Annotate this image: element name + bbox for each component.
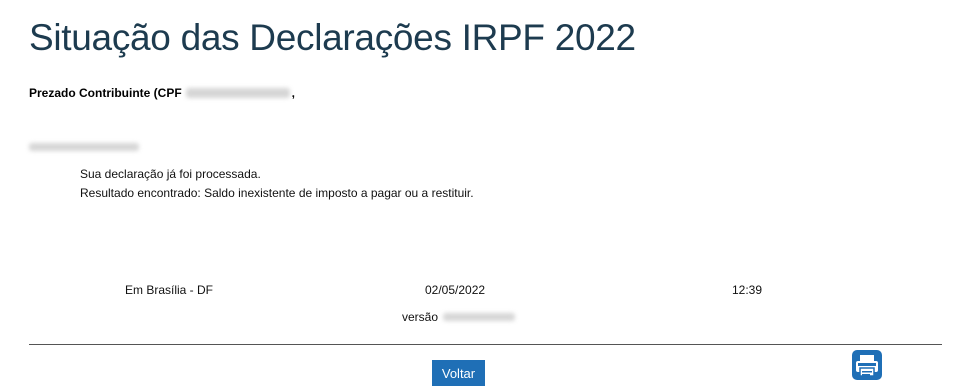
message-line-processed: Sua declaração já foi processada. bbox=[80, 167, 261, 181]
print-button[interactable] bbox=[852, 350, 882, 380]
page-title: Situação das Declarações IRPF 2022 bbox=[29, 17, 636, 58]
footer-place: Em Brasília - DF bbox=[125, 283, 214, 297]
redacted-cpf bbox=[185, 88, 290, 98]
greeting-suffix: , bbox=[291, 86, 296, 100]
message-line-result: Resultado encontrado: Saldo inexistente … bbox=[80, 186, 474, 200]
greeting-prefix: Prezado Contribuinte (CPF bbox=[29, 86, 182, 100]
version-label: versão bbox=[402, 310, 439, 324]
printer-icon bbox=[852, 350, 882, 380]
divider bbox=[29, 344, 942, 345]
redacted-taxpayer-name bbox=[29, 143, 139, 151]
version: versão bbox=[402, 310, 516, 324]
footer-date: 02/05/2022 bbox=[425, 283, 486, 297]
redacted-version-number bbox=[443, 313, 516, 321]
greeting: Prezado Contribuinte (CPF , bbox=[29, 86, 295, 100]
footer-time: 12:39 bbox=[732, 283, 763, 297]
result-message: Sua declaração já foi processada. Result… bbox=[80, 165, 474, 203]
back-button[interactable]: Voltar bbox=[432, 360, 485, 386]
